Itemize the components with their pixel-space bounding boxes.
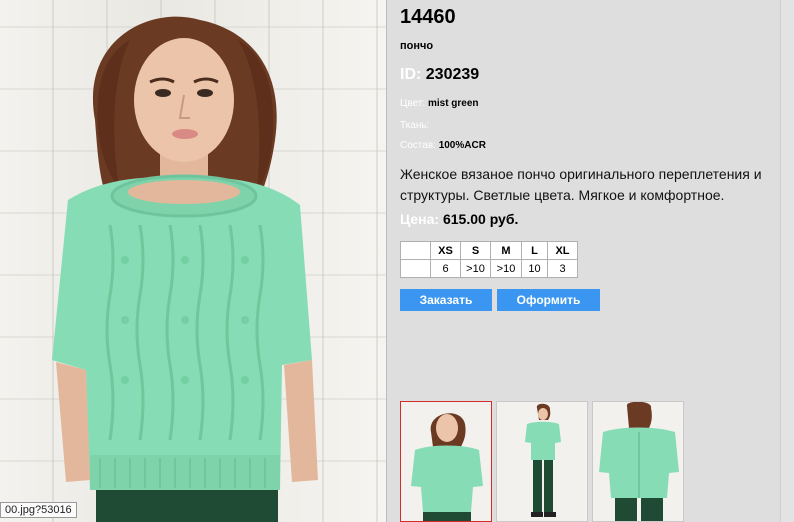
main-product-photo[interactable]: 00.jpg?53016: [0, 0, 386, 522]
fabric-line: Ткань:: [400, 120, 429, 131]
color-label: Цвет:: [400, 98, 426, 109]
thumbnail-front[interactable]: [400, 401, 492, 522]
thumbnail-back[interactable]: [592, 401, 684, 522]
order-button[interactable]: Заказать: [400, 289, 492, 311]
model-illustration: [52, 16, 318, 522]
stock-cell: >10: [460, 259, 491, 278]
thumbnail-back-image: [599, 402, 679, 521]
composition-value: 100%ACR: [438, 140, 486, 151]
stock-cell: [400, 259, 431, 278]
color-value: mist green: [427, 98, 479, 109]
id-value: 230239: [425, 66, 480, 83]
thumbnail-full-body[interactable]: [496, 401, 588, 522]
size-header-cell: S: [460, 241, 491, 260]
size-header-cell: L: [521, 241, 548, 260]
product-description: Женское вязаное пончо оригинального пере…: [400, 166, 762, 203]
size-header-cell: [400, 241, 431, 260]
stock-cell: 6: [430, 259, 461, 278]
id-label: ID:: [400, 66, 422, 83]
stock-cell: 3: [547, 259, 578, 278]
composition-line: Состав: 100%ACR: [400, 140, 486, 151]
panel-divider: [386, 0, 387, 522]
fabric-label: Ткань:: [400, 120, 430, 131]
thumbnail-full-body-image: [525, 403, 561, 517]
status-url-tooltip: 00.jpg?53016: [0, 502, 77, 518]
price-value: 615.00 руб.: [442, 211, 519, 227]
size-header-row: XS S M L XL: [400, 241, 578, 260]
size-stock-row: 6 >10 >10 10 3: [400, 259, 578, 278]
thumbnail-front-image: [411, 413, 483, 521]
color-line: Цвет: mist green: [400, 98, 479, 109]
size-header-cell: M: [490, 241, 522, 260]
stock-cell: 10: [521, 259, 548, 278]
stock-cell: >10: [490, 259, 522, 278]
size-header-cell: XL: [547, 241, 578, 260]
product-article-number: 14460: [400, 6, 456, 28]
price: Цена: 615.00 руб.: [400, 211, 518, 227]
product-type: пончо: [400, 40, 434, 52]
vertical-scrollbar[interactable]: [780, 0, 794, 522]
product-id: ID: 230239: [400, 66, 479, 84]
price-label: Цена:: [400, 211, 440, 227]
checkout-button[interactable]: Оформить: [497, 289, 600, 311]
composition-label: Состав:: [400, 140, 436, 151]
size-stock-table: XS S M L XL 6 >10 >10 10 3: [400, 241, 578, 278]
size-header-cell: XS: [430, 241, 461, 260]
